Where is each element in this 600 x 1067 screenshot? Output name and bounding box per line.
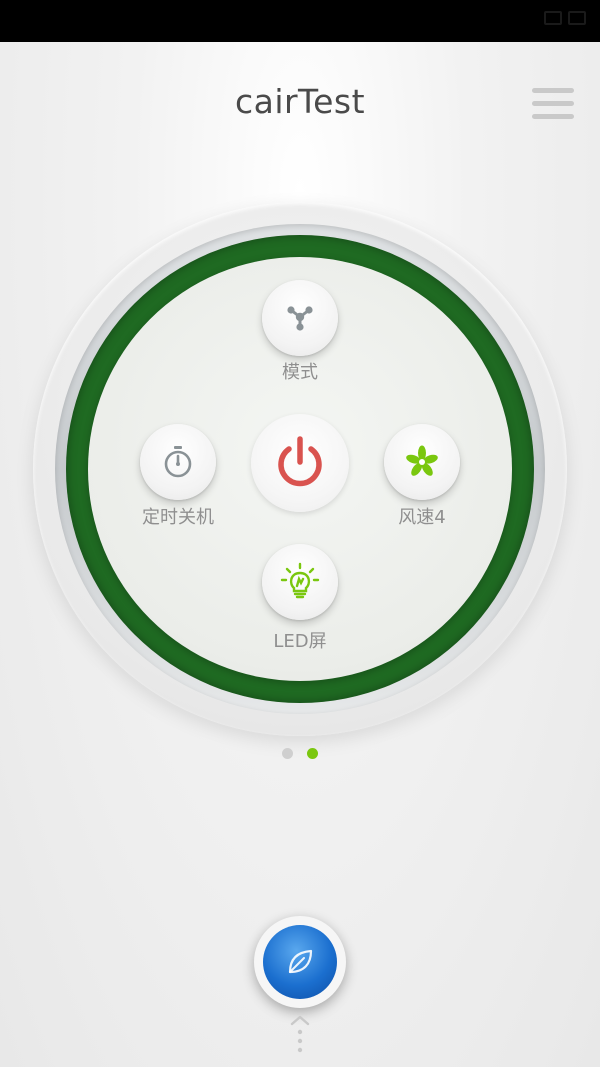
led-label: LED屏 — [273, 631, 327, 652]
eco-mode-core — [263, 925, 337, 999]
status-icons — [544, 8, 586, 28]
eco-mode-button[interactable] — [254, 916, 346, 1008]
app-screen: cairTest 模式 定时关机 风速4 LED屏 — [0, 42, 600, 1067]
fan-speed-button[interactable] — [384, 424, 460, 500]
page-title: cairTest — [234, 82, 366, 121]
status-bar — [0, 0, 600, 42]
fan-icon — [406, 445, 438, 476]
led-button[interactable] — [262, 544, 338, 620]
signal-icon — [544, 11, 562, 25]
page-dot-2-active[interactable] — [307, 748, 318, 759]
power-icon — [278, 436, 322, 487]
stopwatch-icon — [164, 446, 192, 478]
timer-button[interactable] — [140, 424, 216, 500]
mode-label: 模式 — [282, 362, 318, 383]
fan-speed-label: 风速4 — [398, 507, 446, 528]
page-dot-1[interactable] — [282, 748, 293, 759]
power-button[interactable] — [251, 414, 349, 512]
mode-button[interactable] — [262, 280, 338, 356]
timer-label: 定时关机 — [142, 507, 214, 528]
nodes-icon — [287, 306, 313, 331]
page-indicator — [282, 748, 318, 759]
lightbulb-icon — [280, 562, 320, 599]
swipe-up-icon[interactable] — [288, 1014, 312, 1056]
leaf-icon — [288, 949, 313, 974]
menu-button[interactable] — [530, 86, 576, 122]
hamburger-menu-icon — [532, 88, 574, 93]
battery-icon — [568, 11, 586, 25]
